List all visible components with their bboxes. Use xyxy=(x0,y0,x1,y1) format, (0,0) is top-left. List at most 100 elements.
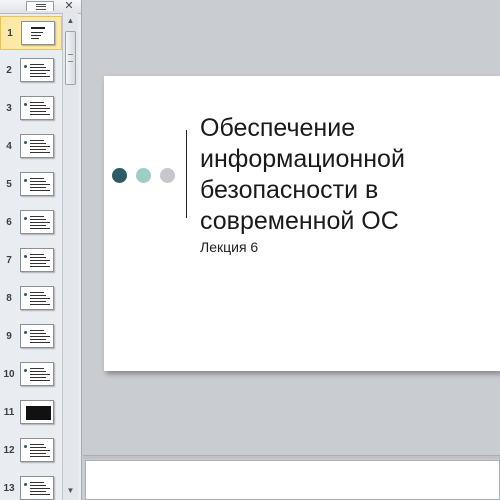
slide-thumbnail[interactable] xyxy=(20,438,54,462)
thumb-text-line xyxy=(30,187,46,188)
thumb-dot xyxy=(24,293,27,296)
slide-number: 4 xyxy=(6,141,12,152)
thumb-title-line xyxy=(31,27,45,29)
thumb-text-line xyxy=(30,149,46,150)
divider-line xyxy=(186,130,187,218)
thumb-text-line xyxy=(30,181,46,182)
notes-splitter[interactable] xyxy=(83,455,500,459)
slide-number: 9 xyxy=(6,331,12,342)
slide-thumbnail-row[interactable]: 8 xyxy=(0,282,62,316)
slide-subtitle[interactable]: Лекция 6 xyxy=(200,239,258,255)
thumb-text-line xyxy=(30,222,50,223)
thumb-text-line xyxy=(30,453,46,454)
thumb-dot xyxy=(24,179,27,182)
slide-thumbnail[interactable] xyxy=(20,476,54,500)
thumb-text-line xyxy=(30,380,50,381)
thumb-text-line xyxy=(30,143,46,144)
close-icon[interactable]: ✕ xyxy=(62,0,76,12)
slide-thumbnail[interactable] xyxy=(20,210,54,234)
thumb-text-line xyxy=(30,491,46,492)
slide-number: 12 xyxy=(3,445,15,456)
slide-thumbnail-row[interactable]: 2 xyxy=(0,54,62,88)
thumb-text-line xyxy=(30,67,46,68)
thumb-text-line xyxy=(30,152,50,153)
slide-thumbnail-row[interactable]: 4 xyxy=(0,130,62,164)
thumb-text-line xyxy=(30,450,50,451)
decorative-dot-teal xyxy=(136,168,151,183)
thumb-text-line xyxy=(30,488,50,489)
slide-thumbnail-row[interactable]: 12 xyxy=(0,434,62,468)
thumb-text-line xyxy=(30,216,44,217)
slide-number: 10 xyxy=(3,369,15,380)
slide-number: 13 xyxy=(3,483,15,494)
slide-thumbnail-row[interactable]: 7 xyxy=(0,244,62,278)
thumb-dot xyxy=(24,445,27,448)
slide-thumbnail-row[interactable]: 11 xyxy=(0,396,62,430)
thumb-text-line xyxy=(30,295,46,296)
slide-thumbnail-row[interactable]: 13 xyxy=(0,472,62,500)
thumb-text-line xyxy=(30,339,46,340)
slide-thumbnail-row[interactable]: 1 xyxy=(0,16,62,50)
thumb-dot xyxy=(24,65,27,68)
thumb-dot xyxy=(24,217,27,220)
slide-number: 11 xyxy=(3,407,15,418)
thumb-dot xyxy=(24,103,27,106)
slide-thumbnail[interactable] xyxy=(20,362,54,386)
thumb-text-line xyxy=(30,102,44,103)
slide-thumbnail[interactable] xyxy=(21,21,55,45)
slide-thumbnail[interactable] xyxy=(20,400,54,424)
thumb-dot xyxy=(24,141,27,144)
slide-thumbnail[interactable] xyxy=(20,58,54,82)
slide-number: 2 xyxy=(6,65,12,76)
slide-thumbnail[interactable] xyxy=(20,324,54,348)
thumb-text-line xyxy=(30,298,50,299)
thumb-text-line xyxy=(30,254,44,255)
notes-pane[interactable] xyxy=(85,460,500,500)
slides-tab[interactable] xyxy=(26,1,54,11)
scroll-down-icon[interactable]: ▼ xyxy=(65,485,76,496)
slide-number: 3 xyxy=(6,103,12,114)
thumb-dot xyxy=(24,331,27,334)
slide-thumbnail-row[interactable]: 5 xyxy=(0,168,62,202)
thumb-text-line xyxy=(30,304,50,305)
thumb-text-line xyxy=(30,368,44,369)
thumb-text-line xyxy=(30,336,50,337)
pane-scrollbar[interactable]: ▲ ▼ xyxy=(62,13,78,500)
thumb-text-line xyxy=(30,64,44,65)
thumb-text-line xyxy=(30,105,46,106)
outline-tab[interactable] xyxy=(0,1,12,11)
slide-thumbnail[interactable] xyxy=(20,248,54,272)
scroll-up-icon[interactable]: ▲ xyxy=(65,15,76,26)
slide-thumbnail[interactable] xyxy=(20,134,54,158)
thumb-text-line xyxy=(30,140,44,141)
thumb-text-line xyxy=(30,301,46,302)
slides-list-icon xyxy=(36,4,46,10)
thumb-dot xyxy=(24,255,27,258)
slide-canvas[interactable]: Обеспечение информационной безопасности … xyxy=(104,76,500,371)
thumb-text-line xyxy=(30,494,50,495)
thumb-text-line xyxy=(30,447,46,448)
slide-title[interactable]: Обеспечение информационной безопасности … xyxy=(200,113,496,237)
slide-thumbnail[interactable] xyxy=(20,96,54,120)
thumb-text-line xyxy=(30,266,50,267)
thumb-text-line xyxy=(30,184,50,185)
decorative-dot-dark xyxy=(112,168,127,183)
thumb-text-line xyxy=(30,371,46,372)
slide-number: 5 xyxy=(6,179,12,190)
slide-thumbnail-row[interactable]: 6 xyxy=(0,206,62,240)
thumb-text-line xyxy=(30,444,44,445)
thumb-text-line xyxy=(30,70,50,71)
slide-thumbnail-row[interactable]: 10 xyxy=(0,358,62,392)
thumb-text-line xyxy=(30,374,50,375)
scrollbar-thumb[interactable] xyxy=(65,31,76,85)
slide-thumbnail[interactable] xyxy=(20,172,54,196)
slide-thumbnail-row[interactable]: 3 xyxy=(0,92,62,126)
thumb-text-line xyxy=(30,219,46,220)
thumb-text-line xyxy=(30,333,46,334)
thumb-dot xyxy=(24,369,27,372)
slide-thumbnail-row[interactable]: 9 xyxy=(0,320,62,354)
thumb-text-line xyxy=(30,292,44,293)
thumbnail-list: 1 2 3 4 5 6 7 8 9 10 11 12 13 xyxy=(0,13,62,500)
thumb-text-line xyxy=(30,377,46,378)
slide-thumbnail[interactable] xyxy=(20,286,54,310)
